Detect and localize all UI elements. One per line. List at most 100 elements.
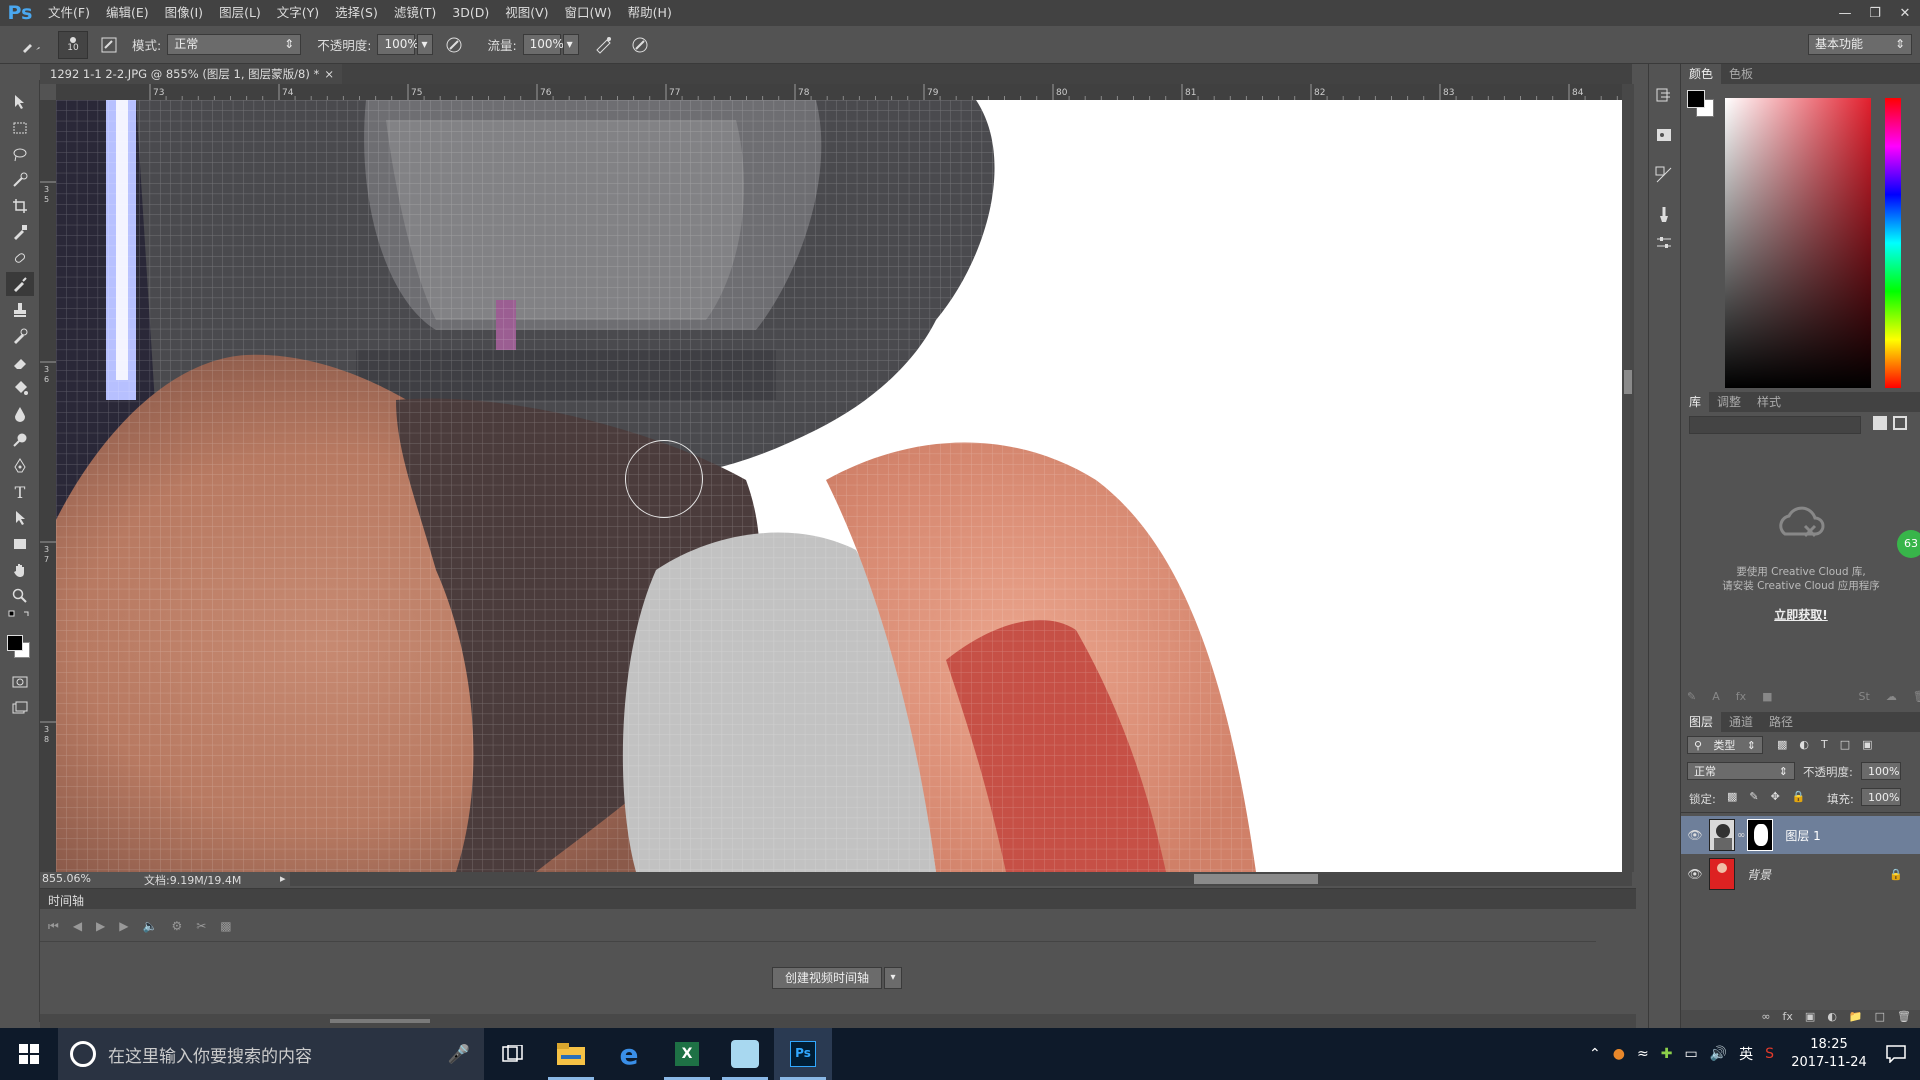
link-layers-icon[interactable]: ∞ <box>1761 1010 1770 1028</box>
flow-field[interactable]: 100% <box>522 34 564 55</box>
layer-row-layer-1[interactable]: 👁 ∞ 图层 1 <box>1681 816 1920 854</box>
stock-icon[interactable]: St <box>1859 690 1870 706</box>
new-adjustment-layer-icon[interactable]: ◐ <box>1827 1010 1837 1028</box>
paint-bucket-tool-icon[interactable] <box>6 376 34 400</box>
eyedropper-tool-icon[interactable] <box>6 220 34 244</box>
marquee-tool-icon[interactable] <box>6 116 34 140</box>
new-group-icon[interactable]: 📁 <box>1849 1010 1863 1028</box>
panel-color-swatches[interactable] <box>1687 90 1717 120</box>
layer-row-background[interactable]: 👁 背景 🔒 <box>1681 855 1920 893</box>
start-button[interactable] <box>0 1028 58 1080</box>
delete-icon[interactable]: 🗑 <box>1913 690 1920 706</box>
lock-pixels-icon[interactable]: ✎ <box>1749 790 1758 803</box>
path-selection-tool-icon[interactable] <box>6 506 34 530</box>
next-frame-icon[interactable]: ▶ <box>119 919 128 934</box>
previous-frame-icon[interactable]: ◀ <box>73 919 82 934</box>
tab-styles[interactable]: 样式 <box>1749 392 1789 412</box>
crop-tool-icon[interactable] <box>6 194 34 218</box>
tab-libraries[interactable]: 库 <box>1681 392 1710 412</box>
filter-shape-icon[interactable]: □ <box>1840 738 1850 751</box>
menu-item-4[interactable]: 文字(Y) <box>269 0 327 26</box>
tray-app-icon[interactable]: ● <box>1613 1046 1625 1062</box>
layer-filter-select[interactable]: ⚲ 类型 ⇕ <box>1687 736 1763 754</box>
lasso-tool-icon[interactable] <box>6 142 34 166</box>
properties-panel-icon[interactable] <box>1655 126 1673 144</box>
brush-size-picker[interactable]: 10 <box>58 30 88 59</box>
history-brush-tool-icon[interactable] <box>6 324 34 348</box>
grid-view-icon[interactable] <box>1873 416 1887 430</box>
notification-badge[interactable]: 63 <box>1897 530 1920 558</box>
close-tab-icon[interactable]: × <box>324 64 334 84</box>
opacity-dropdown-button[interactable]: ▾ <box>417 34 434 55</box>
layer-opacity-field[interactable]: 100% <box>1861 762 1901 780</box>
timeline-tab[interactable]: 时间轴 <box>48 892 84 909</box>
filter-smart-object-icon[interactable]: ▣ <box>1862 738 1872 751</box>
brush-panel-toggle-icon[interactable] <box>96 32 122 58</box>
tab-adjustments[interactable]: 调整 <box>1709 392 1749 412</box>
sync-icon[interactable]: ☁ <box>1886 690 1897 706</box>
opacity-field[interactable]: 100% <box>377 34 419 55</box>
add-character-style-icon[interactable]: A <box>1712 690 1720 706</box>
menu-item-5[interactable]: 选择(S) <box>327 0 386 26</box>
mute-audio-icon[interactable]: 🔈 <box>143 919 158 934</box>
add-layer-style-icon[interactable]: fx <box>1736 690 1746 706</box>
adjustments-panel-icon[interactable] <box>1655 234 1673 252</box>
clock[interactable]: 18:25 2017-11-24 <box>1786 1036 1872 1072</box>
new-layer-icon[interactable]: □ <box>1875 1010 1885 1028</box>
layer-mask-link-icon[interactable]: ∞ <box>1737 830 1745 841</box>
visibility-eye-icon[interactable]: 👁 <box>1681 828 1709 842</box>
hand-tool-icon[interactable] <box>6 558 34 582</box>
file-explorer-button[interactable] <box>542 1028 600 1080</box>
horizontal-scrollbar[interactable] <box>290 872 1632 886</box>
swap-colors-icon[interactable] <box>6 608 34 624</box>
healing-brush-tool-icon[interactable] <box>6 246 34 270</box>
menu-item-9[interactable]: 窗口(W) <box>557 0 620 26</box>
play-icon[interactable]: ▶ <box>96 919 105 934</box>
airbrush-icon[interactable] <box>591 32 617 58</box>
tray-security-icon[interactable]: ✚ <box>1661 1046 1673 1062</box>
battery-icon[interactable]: ▭ <box>1684 1046 1697 1062</box>
filter-pixel-icon[interactable]: ▩ <box>1777 738 1787 751</box>
flow-dropdown-button[interactable]: ▾ <box>562 34 579 55</box>
volume-icon[interactable]: 🔊 <box>1710 1046 1727 1062</box>
add-graphic-icon[interactable]: ✎ <box>1687 690 1696 706</box>
quick-mask-icon[interactable] <box>6 670 34 694</box>
add-color-icon[interactable]: ■ <box>1762 690 1772 706</box>
tab-layers[interactable]: 图层 <box>1681 712 1722 732</box>
timeline-mode-dropdown[interactable]: ▾ <box>884 967 902 989</box>
restore-button[interactable]: ❐ <box>1860 0 1890 26</box>
clone-stamp-tool-icon[interactable] <box>6 298 34 322</box>
close-button[interactable]: ✕ <box>1890 0 1920 26</box>
go-to-first-frame-icon[interactable]: ⏮ <box>48 919 59 934</box>
split-at-playhead-icon[interactable]: ✂ <box>196 919 206 934</box>
add-layer-style-icon[interactable]: fx <box>1783 1010 1793 1028</box>
document-canvas[interactable] <box>56 100 1622 872</box>
menu-item-10[interactable]: 帮助(H) <box>620 0 680 26</box>
create-video-timeline-button[interactable]: 创建视频时间轴 <box>772 967 882 989</box>
add-mask-icon[interactable]: ▣ <box>1805 1010 1815 1028</box>
zoom-level[interactable]: 855.06% <box>42 872 91 885</box>
pen-tool-icon[interactable] <box>6 454 34 478</box>
workspace-select[interactable]: 基本功能 ⇕ <box>1808 34 1912 55</box>
menu-item-0[interactable]: 文件(F) <box>40 0 98 26</box>
brush-panel-icon[interactable] <box>1655 206 1673 224</box>
horizontal-scroll-thumb[interactable] <box>1194 874 1318 884</box>
lock-all-icon[interactable]: 🔒 <box>1792 790 1806 803</box>
delete-layer-icon[interactable]: 🗑 <box>1897 1010 1911 1028</box>
pressure-size-icon[interactable] <box>627 32 653 58</box>
tab-color[interactable]: 颜色 <box>1681 64 1722 84</box>
menu-item-8[interactable]: 视图(V) <box>497 0 556 26</box>
sogou-icon[interactable]: S <box>1765 1046 1774 1062</box>
search-box[interactable]: 在这里输入你要搜索的内容 🎤 <box>58 1028 484 1080</box>
photoshop-taskbar-button[interactable]: Ps <box>774 1028 832 1080</box>
lock-position-icon[interactable]: ✥ <box>1771 790 1780 803</box>
blur-tool-icon[interactable] <box>6 402 34 426</box>
transition-icon[interactable]: ▩ <box>220 919 231 934</box>
menu-item-3[interactable]: 图层(L) <box>211 0 269 26</box>
excel-button[interactable]: X <box>658 1028 716 1080</box>
action-center-button[interactable] <box>1872 1028 1920 1080</box>
image-viewer-button[interactable] <box>716 1028 774 1080</box>
timeline-zoom-slider[interactable] <box>330 1019 430 1023</box>
pressure-opacity-icon[interactable] <box>441 32 467 58</box>
minimize-button[interactable]: — <box>1830 0 1860 26</box>
